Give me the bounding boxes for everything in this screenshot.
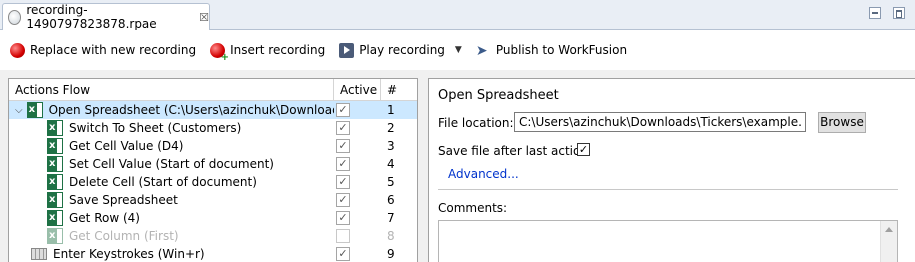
action-name: Set Cell Value (Start of document) <box>69 157 274 171</box>
active-checkbox[interactable]: ✓ <box>336 175 350 189</box>
action-name-cell: Delete Cell (Start of document) <box>47 173 334 191</box>
excel-icon <box>47 210 63 226</box>
action-row[interactable]: Get Cell Value (D4) ✓ 3 <box>9 137 417 155</box>
action-name: Enter Keystrokes (Win+r) <box>53 247 205 261</box>
comments-scrollbar[interactable] <box>880 221 897 262</box>
tab-title: recording-1490797823878.rpae <box>26 3 157 31</box>
replace-recording-label: Replace with new recording <box>30 43 197 57</box>
excel-icon <box>47 138 63 154</box>
recording-file-icon <box>8 9 22 25</box>
action-number: 6 <box>387 193 395 207</box>
action-name-cell: Enter Keystrokes (Win+r) <box>15 245 334 262</box>
editor-tab-strip: recording-1490797823878.rpae ☒ <box>0 0 915 31</box>
close-tab-icon[interactable]: ☒ <box>199 11 209 24</box>
action-name: Save Spreadsheet <box>69 193 178 207</box>
action-name-cell: Get Row (4) <box>47 209 334 227</box>
action-row[interactable]: ⌵ Open Spreadsheet (C:\Users\azinchuk\Dow… <box>9 101 417 119</box>
action-row[interactable]: Delete Cell (Start of document) ✓ 5 <box>9 173 417 191</box>
insert-recording-button[interactable]: Insert recording <box>210 42 326 63</box>
action-name: Delete Cell (Start of document) <box>69 175 257 189</box>
insert-record-icon <box>210 42 229 63</box>
active-checkbox[interactable]: ✓ <box>336 157 350 171</box>
comments-textarea[interactable] <box>438 220 898 262</box>
action-row[interactable]: Get Column (First) 8 <box>9 227 417 245</box>
excel-icon <box>47 174 63 190</box>
action-name-cell: Set Cell Value (Start of document) <box>47 155 334 173</box>
action-name-cell: Switch To Sheet (Customers) <box>47 119 334 137</box>
action-row[interactable]: Set Cell Value (Start of document) ✓ 4 <box>9 155 417 173</box>
action-number: 2 <box>387 121 395 135</box>
action-name: Get Column (First) <box>69 229 179 243</box>
window-controls <box>869 7 905 19</box>
record-icon <box>10 42 25 58</box>
detail-separator <box>438 189 898 190</box>
save-after-checkbox[interactable]: ✓ <box>577 143 590 156</box>
action-number: 8 <box>387 229 395 243</box>
excel-icon <box>47 156 63 172</box>
publish-button[interactable]: ➤ Publish to WorkFusion <box>475 42 628 59</box>
excel-icon <box>47 120 63 136</box>
action-name: Open Spreadsheet (C:\Users\azinchuk\Down… <box>48 103 334 117</box>
action-row[interactable]: Get Row (4) ✓ 7 <box>9 209 417 227</box>
browse-button[interactable]: Browse <box>818 112 866 133</box>
action-name-cell: Get Column (First) <box>47 227 334 245</box>
action-name: Get Row (4) <box>69 211 140 225</box>
replace-recording-button[interactable]: Replace with new recording <box>10 42 197 58</box>
active-checkbox[interactable]: ✓ <box>336 103 350 117</box>
column-header-number[interactable]: # <box>381 79 417 101</box>
recording-toolbar: Replace with new recording Insert record… <box>0 30 915 70</box>
play-recording-button[interactable]: Play recording ▼ <box>339 42 462 58</box>
action-row[interactable]: Switch To Sheet (Customers) ✓ 2 <box>9 119 417 137</box>
active-checkbox[interactable]: ✓ <box>336 211 350 225</box>
active-checkbox[interactable]: ✓ <box>336 139 350 153</box>
active-checkbox[interactable]: ✓ <box>336 247 350 261</box>
excel-icon <box>47 192 63 208</box>
excel-icon <box>26 102 43 118</box>
action-name: Switch To Sheet (Customers) <box>69 121 242 135</box>
play-icon <box>339 42 355 58</box>
detail-title: Open Spreadsheet <box>438 88 559 103</box>
advanced-link[interactable]: Advanced... <box>448 167 519 181</box>
insert-recording-label: Insert recording <box>230 43 326 57</box>
action-number: 7 <box>387 211 395 225</box>
action-number: 9 <box>387 247 395 261</box>
save-after-label: Save file after last action <box>438 144 588 158</box>
paper-plane-icon: ➤ <box>475 42 488 59</box>
play-recording-label: Play recording <box>359 43 445 57</box>
action-name-cell: Save Spreadsheet <box>47 191 334 209</box>
action-row[interactable]: Save Spreadsheet ✓ 6 <box>9 191 417 209</box>
publish-label: Publish to WorkFusion <box>495 43 628 57</box>
column-header-active[interactable]: Active <box>334 79 381 101</box>
active-checkbox[interactable] <box>336 229 350 243</box>
action-row[interactable]: Enter Keystrokes (Win+r) ✓ 9 <box>9 245 417 262</box>
active-checkbox[interactable]: ✓ <box>336 193 350 207</box>
minimize-icon[interactable] <box>869 7 881 19</box>
actions-flow-panel: Actions Flow Active # ⌵ Open Spreadsheet … <box>8 78 418 262</box>
column-header-actions-flow[interactable]: Actions Flow <box>9 79 334 101</box>
file-location-label: File location: <box>438 116 514 130</box>
action-name-cell: ⌵ Open Spreadsheet (C:\Users\azinchuk\Dow… <box>15 101 334 119</box>
action-number: 5 <box>387 175 395 189</box>
active-checkbox[interactable]: ✓ <box>336 121 350 135</box>
actions-flow-rows: ⌵ Open Spreadsheet (C:\Users\azinchuk\Dow… <box>9 101 417 262</box>
file-location-input[interactable] <box>514 112 806 132</box>
play-options-dropdown-icon[interactable]: ▼ <box>455 45 462 55</box>
expand-chevron-icon[interactable]: ⌵ <box>15 105 23 116</box>
action-name: Get Cell Value (D4) <box>69 139 184 153</box>
action-name-cell: Get Cell Value (D4) <box>47 137 334 155</box>
recording-tab[interactable]: recording-1490797823878.rpae ☒ <box>2 3 210 31</box>
action-number: 3 <box>387 139 395 153</box>
action-number: 1 <box>387 103 395 117</box>
excel-icon <box>47 228 63 244</box>
keyboard-icon <box>31 248 47 260</box>
action-number: 4 <box>387 157 395 171</box>
action-detail-panel: Open Spreadsheet File location: Browse S… <box>428 78 915 262</box>
comments-label: Comments: <box>438 201 508 215</box>
maximize-icon[interactable] <box>893 7 905 19</box>
